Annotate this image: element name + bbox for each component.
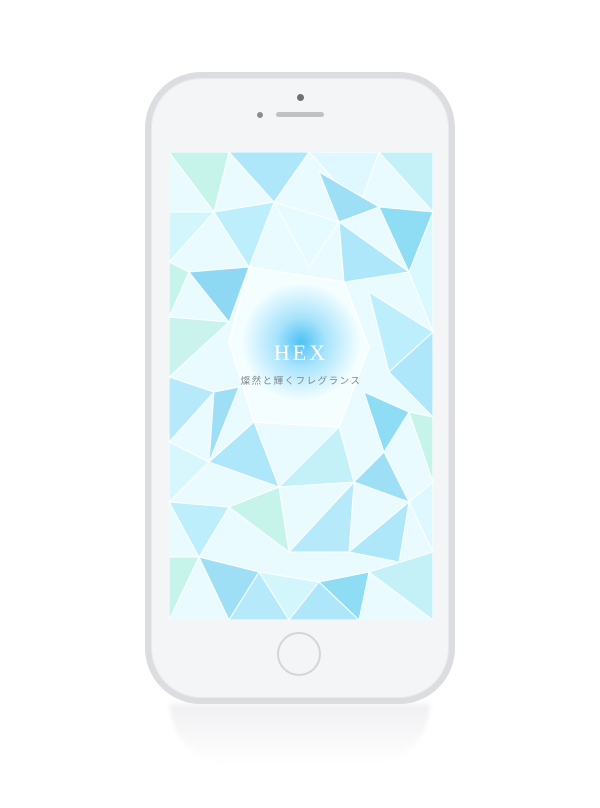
app-tagline: 燦然と輝くフレグランス: [240, 376, 362, 387]
phone-reflection: [170, 704, 430, 764]
earpiece-speaker-icon: [276, 112, 324, 117]
home-button-icon[interactable]: [277, 632, 321, 676]
proximity-sensor-icon: [257, 112, 263, 118]
splash-screen[interactable]: HEX 燦然と輝くフレグランス: [169, 152, 433, 620]
app-title: HEX: [273, 340, 329, 365]
front-camera-icon: [297, 94, 304, 101]
